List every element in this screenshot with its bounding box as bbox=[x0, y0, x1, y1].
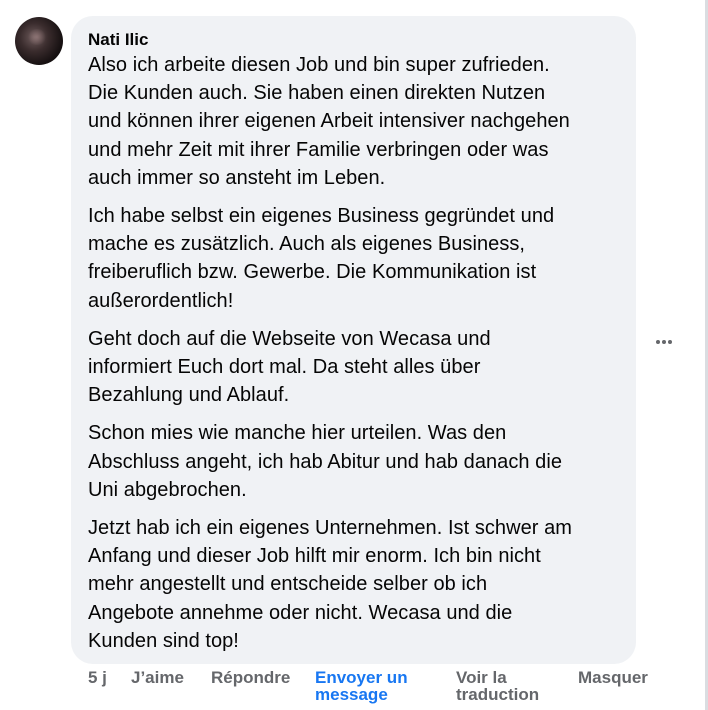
text-line: außerordentlich! bbox=[88, 289, 234, 312]
more-options-icon[interactable] bbox=[652, 334, 676, 346]
comment-actions: 5 j J’aime Répondre Envoyer un message V… bbox=[0, 669, 708, 710]
text-line: Angebote annehme oder nicht. Wecasa und … bbox=[88, 601, 513, 624]
text-line: mehr angestellt und entscheide selber ob… bbox=[88, 573, 488, 596]
text-line: Uni abgebrochen. bbox=[88, 478, 247, 501]
reply-button[interactable]: Répondre bbox=[211, 669, 290, 686]
text-line: und mehr Zeit mit ihrer Familie verbring… bbox=[88, 138, 549, 161]
avatar[interactable] bbox=[15, 17, 63, 65]
see-translation-label-line2: traduction bbox=[456, 685, 540, 704]
text-line: Also ich arbeite diesen Job und bin supe… bbox=[88, 54, 550, 76]
send-message-button[interactable]: Envoyer un message bbox=[315, 669, 408, 703]
comment-paragraph: Also ich arbeite diesen Job und bin supe… bbox=[88, 51, 620, 192]
text-line: informiert Euch dort mal. Da steht alles… bbox=[88, 356, 481, 379]
comment-bubble: Nati Ilic Also ich arbeite diesen Job un… bbox=[71, 16, 636, 664]
text-line: Die Kunden auch. Sie haben einen direkte… bbox=[88, 82, 546, 105]
text-line: mache es zusätzlich. Auch als eigenes Bu… bbox=[88, 233, 526, 256]
see-translation-button[interactable]: Voir la traduction bbox=[456, 669, 539, 703]
text-line: Kunden sind top! bbox=[88, 629, 239, 652]
text-line: Bezahlung und Ablauf. bbox=[88, 384, 290, 407]
comment-paragraph: Geht doch auf die Webseite von Wecasa un… bbox=[88, 325, 620, 410]
comment-body: Also ich arbeite diesen Job und bin supe… bbox=[88, 51, 620, 655]
send-message-label-line2: message bbox=[315, 685, 388, 704]
text-line: Anfang und dieser Job hilft mir enorm. I… bbox=[88, 545, 541, 568]
text-line: freiberuflich bzw. Gewerbe. Die Kommunik… bbox=[88, 261, 537, 284]
text-line: Schon mies wie manche hier urteilen. Was… bbox=[88, 422, 507, 445]
text-line: Geht doch auf die Webseite von Wecasa un… bbox=[88, 327, 491, 350]
text-line: Ich habe selbst ein eigenes Business geg… bbox=[88, 205, 555, 228]
comment-timestamp[interactable]: 5 j bbox=[88, 669, 107, 686]
text-line: auch immer so ansteht im Leben. bbox=[88, 166, 386, 189]
text-line: und können ihrer eigenen Arbeit intensiv… bbox=[88, 110, 570, 133]
text-line: Abschluss angeht, ich hab Abitur und hab… bbox=[88, 450, 563, 473]
text-line: Jetzt hab ich ein eigenes Unternehmen. I… bbox=[88, 517, 572, 540]
hide-button[interactable]: Masquer bbox=[578, 669, 648, 686]
comment-author[interactable]: Nati Ilic bbox=[88, 30, 620, 50]
like-button[interactable]: J’aime bbox=[131, 669, 184, 686]
comment-paragraph: Ich habe selbst ein eigenes Business geg… bbox=[88, 202, 620, 315]
comment-paragraph: Schon mies wie manche hier urteilen. Was… bbox=[88, 419, 620, 504]
comment-paragraph: Jetzt hab ich ein eigenes Unternehmen. I… bbox=[88, 514, 620, 655]
